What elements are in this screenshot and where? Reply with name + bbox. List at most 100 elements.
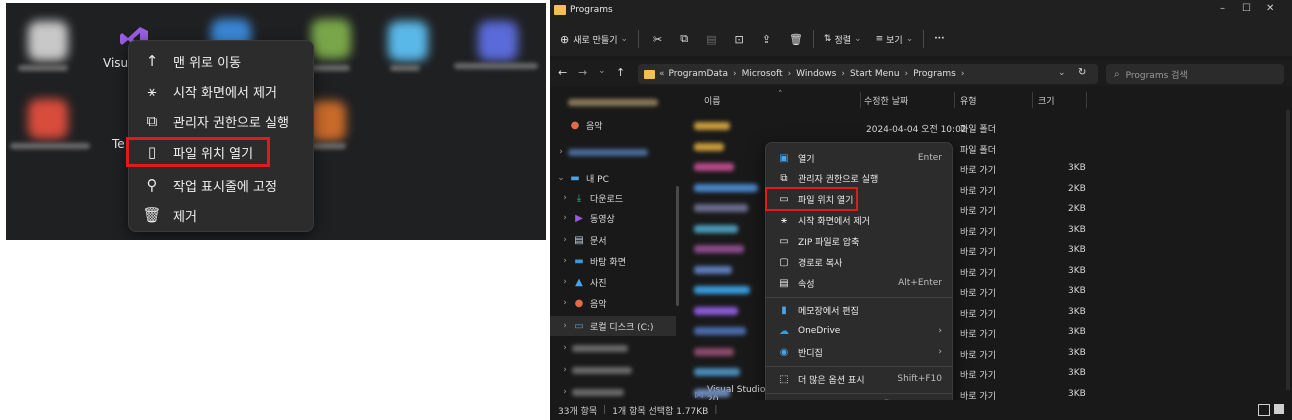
nav-item[interactable] (550, 92, 676, 112)
file-explorer-window: Programs – ☐ ✕ ⊕ 새로 만들기 ⌄ ✂ ⧉ ▤ ⊡ ⇪ 🗑 ⇅ … (550, 0, 1292, 420)
breadcrumb-overflow[interactable]: « (659, 69, 665, 79)
cut-button[interactable]: ✂ (653, 33, 662, 46)
menu-item-unpin-start[interactable]: ⚹ 시작 화면에서 제거 (133, 77, 309, 105)
details-view-icon[interactable] (1258, 404, 1270, 416)
view-label: 보기 (886, 35, 903, 46)
tiles-view-icon[interactable] (1274, 404, 1284, 414)
search-icon: ⌕ (1114, 68, 1120, 80)
menu-item-properties[interactable]: ▤ 속성 Alt+Enter (770, 273, 948, 293)
menu-item-label: 작업 표시줄에 고정 (173, 179, 277, 195)
column-name[interactable]: 이름 (704, 94, 721, 107)
menu-item-move-to-top[interactable]: ↑ 맨 위로 이동 (133, 47, 309, 75)
column-type[interactable]: 유형 (960, 94, 977, 107)
menu-item-run-as-admin[interactable]: ⧉ 관리자 권한으로 실행 (133, 107, 309, 135)
column-divider[interactable] (1086, 92, 1087, 108)
rename-icon: ⊡ (734, 32, 744, 46)
app-icon[interactable] (478, 21, 518, 61)
address-bar[interactable]: « ProgramData › Microsoft › Windows › St… (638, 64, 1098, 84)
column-divider[interactable] (860, 92, 861, 108)
nav-item-documents[interactable]: › ▤ 문서 (550, 230, 676, 250)
minimize-button[interactable]: – (1220, 3, 1225, 14)
nav-label: 다운로드 (590, 194, 624, 205)
breadcrumb-microsoft[interactable]: Microsoft (742, 69, 783, 79)
nav-scrollbar[interactable] (676, 186, 679, 306)
menu-item-bandizip[interactable]: ◉ 반디집 › (770, 342, 948, 362)
breadcrumb-programdata[interactable]: ProgramData (669, 69, 728, 79)
close-button[interactable]: ✕ (1266, 3, 1274, 14)
app-icon[interactable] (311, 19, 351, 59)
address-dropdown-icon[interactable]: ⌄ (1058, 68, 1066, 78)
nav-item[interactable]: › (550, 338, 676, 358)
share-button[interactable]: ⇪ (762, 33, 771, 46)
table-row[interactable]: 2024-04-04 오전 10:02 파일 폴더 (688, 117, 1248, 137)
column-divider[interactable] (954, 92, 955, 108)
menu-item-uninstall[interactable]: 🗑 제거 (133, 201, 309, 229)
menu-item-unpin-start[interactable]: ⚹ 시작 화면에서 제거 (770, 210, 948, 230)
up-icon[interactable]: ↑ (616, 66, 625, 79)
new-button[interactable]: ⊕ 새로 만들기 ⌄ (560, 33, 628, 46)
nav-item-this-pc[interactable]: ⌄ ▬ 내 PC (550, 168, 676, 188)
chevron-right-icon: › (563, 298, 567, 308)
folder-icon (554, 5, 566, 15)
nav-item-pictures[interactable]: › ▲ 사진 (550, 272, 676, 292)
nav-item[interactable]: › (550, 142, 676, 162)
chevron-right-icon: › (563, 387, 567, 397)
submenu-chevron-icon: › (938, 326, 942, 336)
recent-chevron-icon[interactable]: ⌄ (598, 66, 606, 76)
refresh-icon[interactable]: ↻ (1078, 67, 1086, 78)
more-button[interactable]: ··· (934, 34, 944, 44)
app-icon[interactable] (388, 21, 428, 61)
menu-item-open[interactable]: ▣ 열기 Enter (770, 148, 948, 168)
menu-item-copy-as-path[interactable]: ▢ 경로로 복사 (770, 252, 948, 272)
file-name-blurred (694, 327, 746, 335)
nav-item-desktop[interactable]: › ▬ 바탕 화면 (550, 251, 676, 271)
copy-button[interactable]: ⧉ (680, 32, 688, 46)
pin-icon: ⚲ (146, 176, 158, 194)
menu-item-pin-taskbar[interactable]: ⚲ 작업 표시줄에 고정 (133, 171, 309, 199)
maximize-button[interactable]: ☐ (1242, 3, 1251, 14)
search-box[interactable]: ⌕ Programs 검색 (1106, 64, 1284, 84)
admin-shield-icon: ⧉ (780, 172, 788, 184)
nav-item-music-top[interactable]: ● 음악 (550, 115, 676, 135)
app-icon[interactable] (28, 99, 68, 139)
menu-item-run-as-admin[interactable]: ⧉ 관리자 권한으로 실행 (770, 168, 948, 188)
column-size[interactable]: 크기 (1038, 94, 1055, 107)
cell-size: 3KB (1068, 163, 1086, 173)
arrow-up-icon: ↑ (145, 52, 159, 70)
nav-item-videos[interactable]: › ▶ 동영상 (550, 208, 676, 228)
app-icon[interactable] (28, 21, 68, 61)
music-icon: ● (574, 297, 584, 309)
breadcrumb-windows[interactable]: Windows (796, 69, 836, 79)
paste-button[interactable]: ▤ (706, 33, 716, 46)
cell-type: 바로 가기 (960, 207, 996, 217)
file-name-blurred (694, 163, 734, 171)
menu-item-show-more-options[interactable]: ⬚ 더 많은 옵션 표시 Shift+F10 (770, 369, 948, 389)
menu-item-edit-notepad[interactable]: ▮ 메모장에서 편집 (770, 300, 948, 320)
zip-icon: ▭ (779, 235, 789, 247)
nav-item-downloads[interactable]: › ⤓ 다운로드 (550, 188, 676, 208)
file-list-scrollbar[interactable] (1286, 110, 1290, 390)
delete-button[interactable]: 🗑 (789, 33, 803, 46)
menu-separator (766, 366, 952, 367)
column-divider[interactable] (1032, 92, 1033, 108)
column-modified[interactable]: 수정한 날짜 (864, 94, 908, 107)
nav-item-music[interactable]: › ● 음악 (550, 293, 676, 313)
cell-size: 2KB (1068, 204, 1086, 214)
nav-item[interactable]: › (550, 382, 676, 402)
breadcrumb-start-menu[interactable]: Start Menu (850, 69, 900, 79)
cell-size: 3KB (1068, 368, 1086, 378)
cell-size: 3KB (1068, 388, 1086, 399)
forward-icon[interactable]: → (578, 66, 587, 79)
rename-button[interactable]: ⊡ (735, 33, 744, 46)
view-button[interactable]: ≡ 보기 ⌄ (876, 33, 914, 46)
chevron-right-icon: › (563, 365, 567, 375)
breadcrumb-programs[interactable]: Programs (913, 69, 956, 79)
back-icon[interactable]: ← (558, 66, 567, 79)
nav-item[interactable]: › (550, 360, 676, 380)
menu-item-shortcut: Shift+F10 (897, 374, 942, 384)
menu-item-compress-zip[interactable]: ▭ ZIP 파일로 압축 (770, 231, 948, 251)
menu-item-onedrive[interactable]: ☁ OneDrive › (770, 321, 948, 341)
sort-button[interactable]: ⇅ 정렬 ⌄ (824, 33, 862, 46)
nav-item-local-disk[interactable]: › ▭ 로컬 디스크 (C:) (550, 316, 676, 336)
cell-type: 파일 폴더 (960, 125, 996, 135)
